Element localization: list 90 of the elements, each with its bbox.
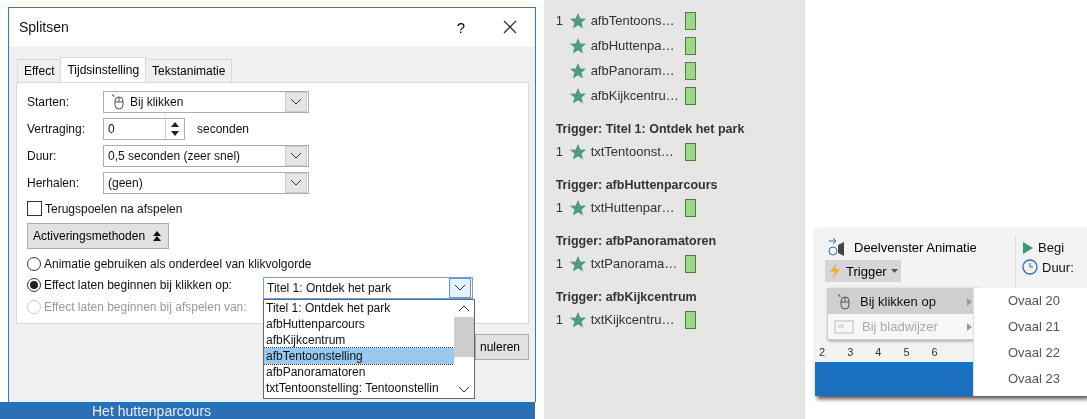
- scroll-up-icon[interactable]: [458, 304, 470, 313]
- timing-bar: [684, 86, 696, 105]
- trigger-header: Trigger: afbPanoramatoren: [555, 234, 718, 248]
- trigger-header: Trigger: afbHuttenparcours: [555, 178, 719, 192]
- timing-bar: [684, 11, 696, 30]
- animation-item[interactable]: afbTentoons…: [590, 13, 681, 28]
- timing-bar: [684, 61, 696, 80]
- radio-label: Effect laten beginnen bij klikken op:: [44, 278, 232, 293]
- lightning-icon: [828, 261, 842, 281]
- dropdown-option[interactable]: afbHuttenparcours: [264, 316, 454, 333]
- caret-icon: [890, 269, 898, 273]
- trigger-dropdown[interactable]: Titel 1: Ontdek het park: [263, 277, 473, 300]
- timing-bar: [684, 142, 696, 161]
- ruler-number: 5: [903, 346, 910, 358]
- field-label: Duur:: [27, 149, 58, 163]
- trigger-header: Trigger: Titel 1: Ontdek het park: [555, 122, 746, 136]
- ruler-number: 6: [931, 346, 938, 358]
- animation-item[interactable]: txtKijkcentru…: [590, 312, 681, 327]
- submenu-item[interactable]: Ovaal 22: [974, 340, 1087, 366]
- field-label: Vertraging:: [27, 122, 87, 136]
- tab[interactable]: Tijdsinstelling: [60, 57, 147, 83]
- radio-button[interactable]: [27, 278, 41, 293]
- tab[interactable]: Effect: [17, 59, 62, 82]
- trigger-header: Trigger: afbKijkcentrum: [555, 290, 698, 304]
- checkbox-label: Terugspoelen na afspelen: [45, 201, 183, 216]
- star-icon: [568, 198, 587, 217]
- star-icon: [568, 86, 587, 105]
- submenu-arrow-icon: [967, 297, 972, 306]
- unit-label: seconden: [197, 122, 250, 136]
- cancel-button[interactable]: nuleren: [474, 334, 529, 360]
- dropdown-option[interactable]: afbTentoonstelling: [264, 348, 454, 365]
- delay-spinner[interactable]: 0: [103, 118, 185, 140]
- order-number: 1: [555, 312, 563, 327]
- animation-item[interactable]: afbPanoram…: [590, 63, 681, 78]
- duration-label: Duur:: [1042, 259, 1074, 275]
- timing-bar: [684, 254, 696, 273]
- order-number: 1: [555, 200, 563, 215]
- submenu-arrow-icon: [967, 322, 972, 331]
- dropdown-option[interactable]: Titel 1: Ontdek het park: [264, 300, 454, 317]
- tab[interactable]: Tekstanimatie: [145, 59, 233, 82]
- animation-item[interactable]: txtHuttenpar…: [590, 200, 681, 215]
- help-button[interactable]: ?: [456, 18, 465, 36]
- star-icon: [568, 310, 587, 329]
- dropdown-option[interactable]: afbKijkcentrum: [264, 332, 454, 349]
- radio-label: Effect laten beginnen bij afspelen van:: [44, 299, 247, 314]
- animation-item[interactable]: afbHuttenpa…: [590, 38, 681, 53]
- field-label: Herhalen:: [27, 176, 81, 190]
- ruler-number: 2: [819, 346, 826, 358]
- dialog-title: Splitsen: [19, 19, 70, 35]
- timing-bar: [684, 36, 696, 55]
- close-icon[interactable]: [503, 20, 517, 34]
- chevron-down-icon: [290, 179, 302, 187]
- dropdown-option[interactable]: afbPanoramatoren: [264, 364, 454, 381]
- slide-text: Het huttenparcours: [92, 402, 212, 419]
- star-icon: [568, 36, 587, 55]
- checkbox[interactable]: [27, 201, 42, 216]
- ruler-number: 4: [875, 346, 882, 358]
- submenu-item[interactable]: Ovaal 23: [974, 366, 1087, 392]
- star-icon: [568, 254, 587, 273]
- star-icon: [568, 11, 587, 30]
- star-icon: [568, 61, 587, 80]
- triggers-button[interactable]: Activeringsmethoden: [27, 223, 170, 249]
- radio-button[interactable]: [27, 257, 41, 272]
- chevron-down-icon: [290, 152, 302, 160]
- order-number: 1: [555, 13, 563, 28]
- animation-item[interactable]: txtPanorama…: [590, 256, 681, 271]
- chevron-down-icon: [290, 98, 302, 106]
- scroll-down-icon[interactable]: [458, 386, 470, 395]
- dropdown-option[interactable]: txtTentoonstelling: Tentoonstellin: [264, 380, 454, 397]
- dropdown[interactable]: (geen): [103, 172, 309, 194]
- animation-item[interactable]: txtTentoonst…: [590, 144, 681, 159]
- ruler-number: 3: [847, 346, 854, 358]
- clock-icon: [1022, 259, 1038, 275]
- timing-bar: [684, 198, 696, 217]
- start-label: Begi: [1038, 240, 1065, 255]
- timing-bar: [684, 310, 696, 329]
- play-icon: [1022, 240, 1034, 255]
- field-label: Starten:: [27, 95, 71, 109]
- radio-label: Animatie gebruiken als onderdeel van klikvolgorde: [44, 257, 312, 272]
- order-number: 1: [555, 256, 563, 271]
- bookmark-icon: [834, 318, 854, 335]
- dropdown[interactable]: Bij klikken: [103, 91, 309, 113]
- animation-item[interactable]: afbKijkcentru…: [590, 88, 681, 103]
- chevron-down-icon: [454, 284, 466, 293]
- scrollbar-thumb[interactable]: [454, 317, 474, 358]
- dropdown[interactable]: 0,5 seconden (zeer snel): [103, 145, 309, 167]
- star-icon: [568, 142, 587, 161]
- animation-pane-button[interactable]: Deelvenster Animatie: [825, 236, 980, 258]
- order-number: 1: [555, 144, 563, 159]
- trigger-button[interactable]: Trigger: [825, 260, 901, 282]
